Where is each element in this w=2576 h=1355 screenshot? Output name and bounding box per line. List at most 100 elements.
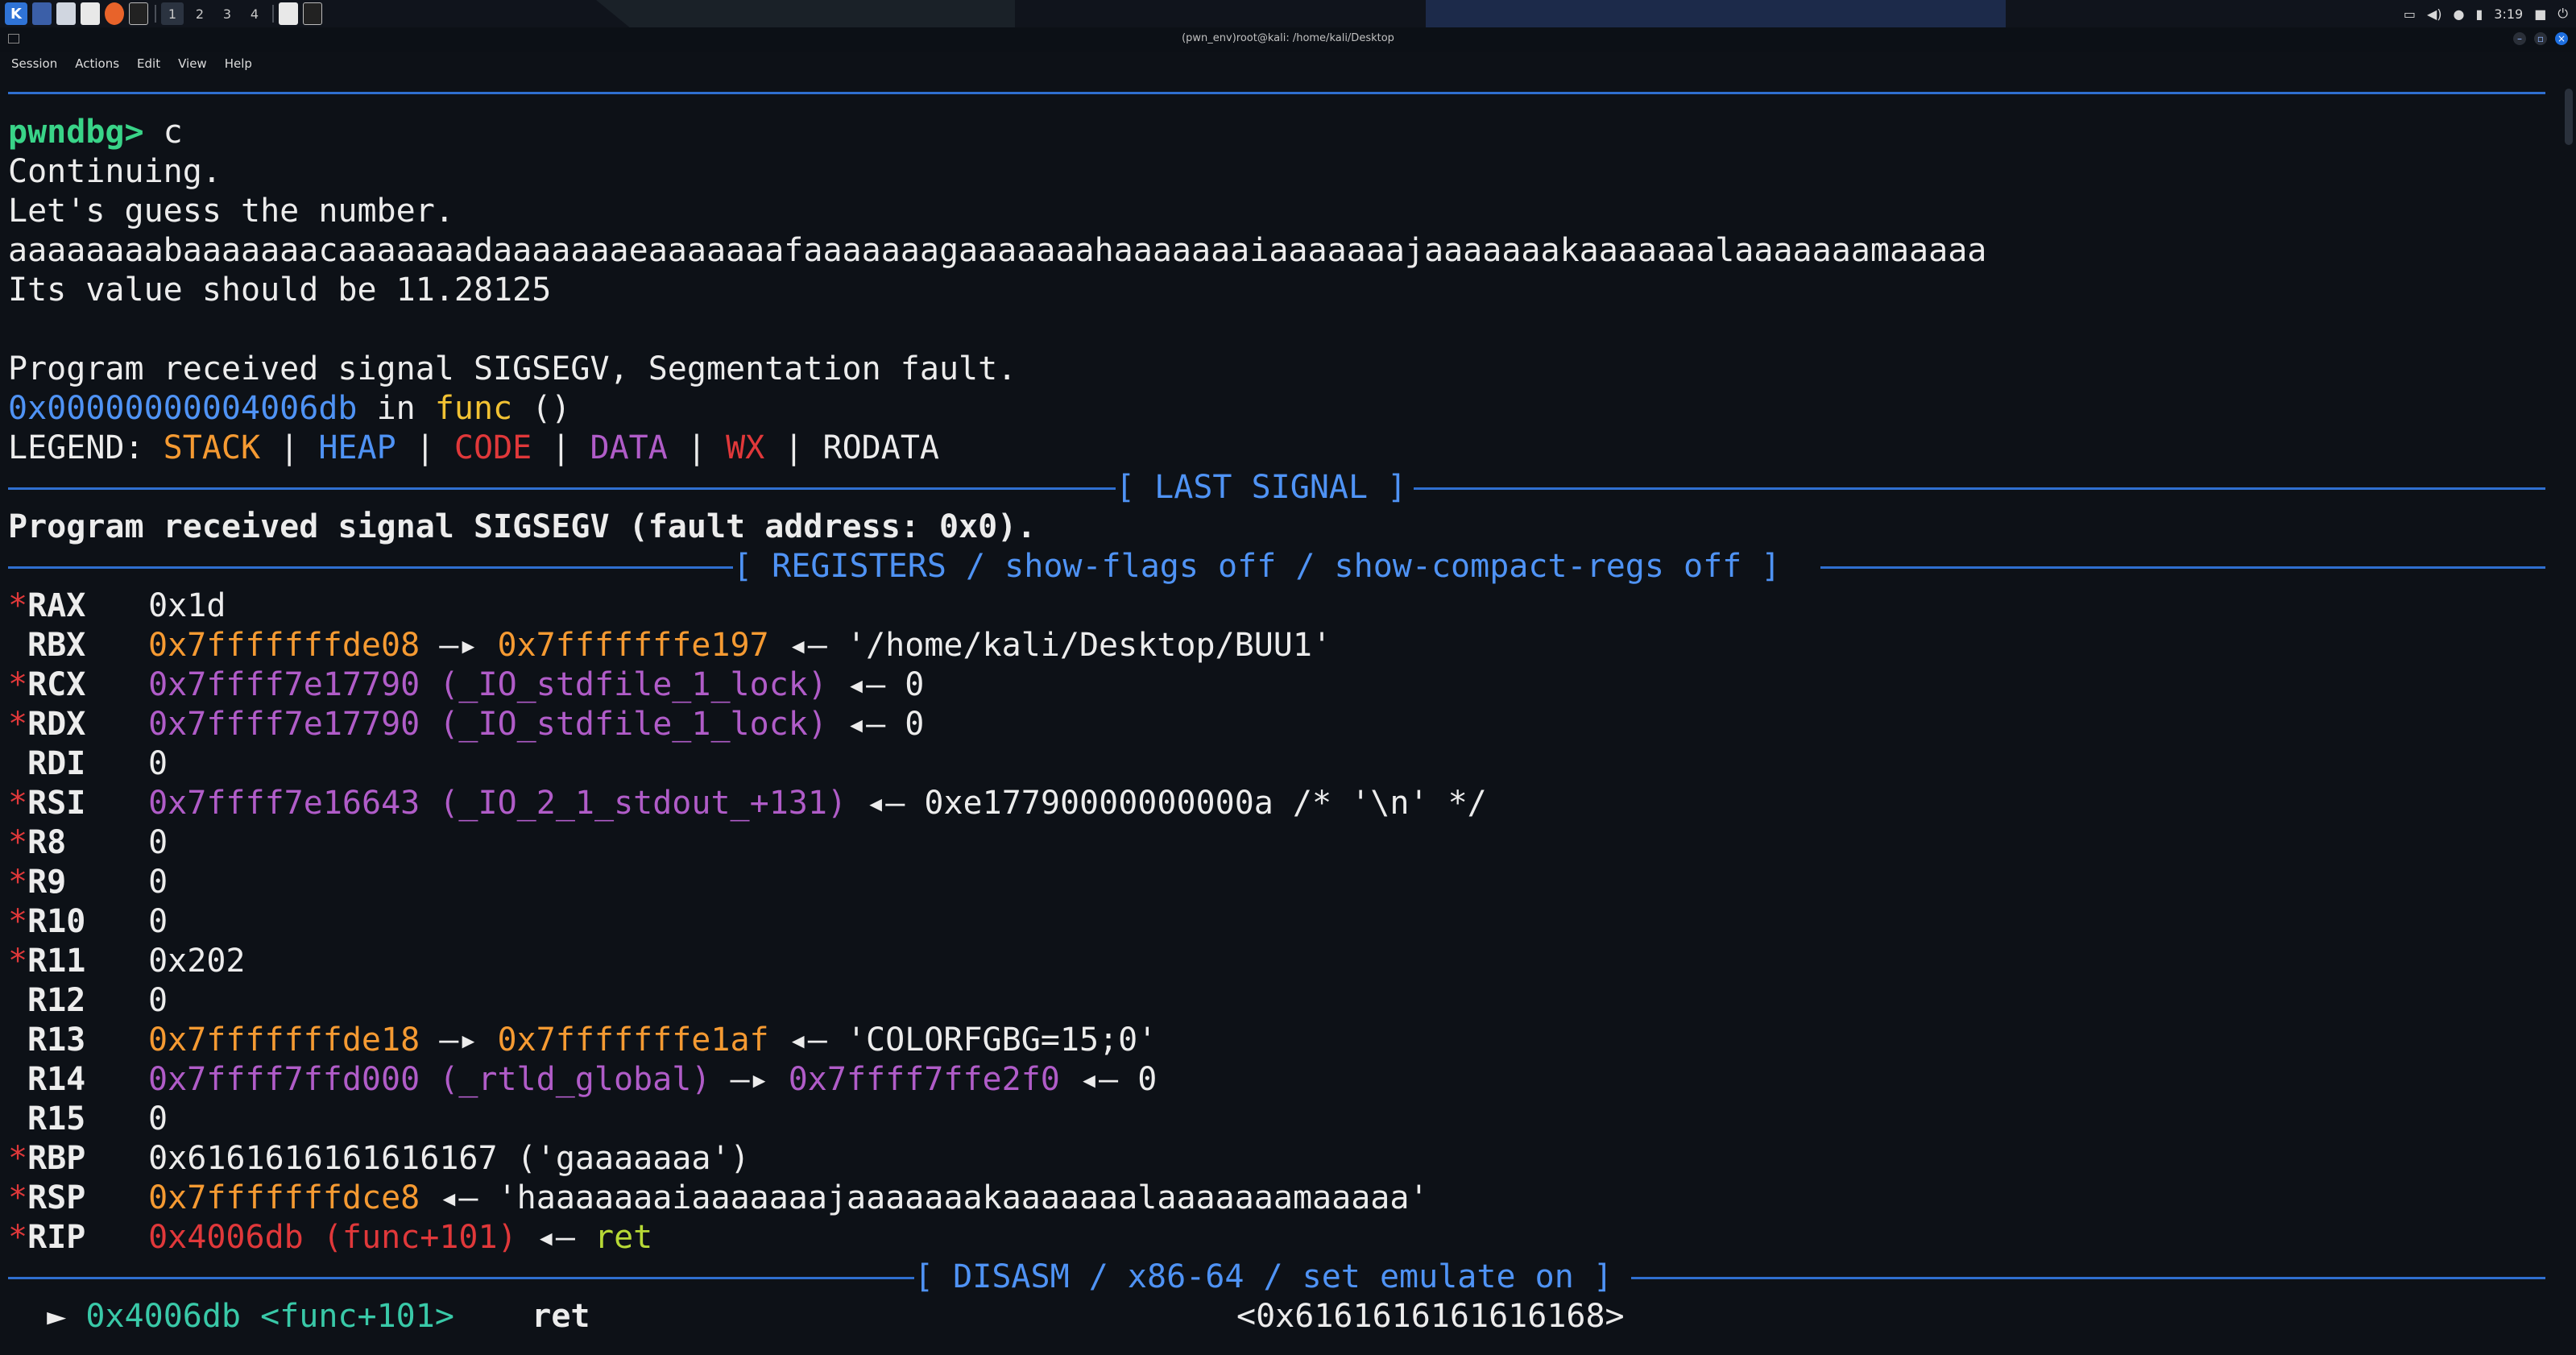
disasm-mnemonic: ret [532,1298,590,1335]
workspace-1[interactable]: 1 [161,2,184,25]
disasm-line: ► 0x4006db <func+101> ret [8,1297,590,1336]
modified-marker: * [8,706,28,743]
register-name: RBP [27,1140,86,1177]
panel-separator [272,5,274,23]
register-name: R10 [27,903,86,940]
register-name: R14 [27,1061,86,1098]
register-value: ◂— 0xe17790000000000a /* '\n' */ [847,785,1487,822]
register-name: RCX [27,666,86,703]
register-value: 0x7ffff7e17790 (_IO_stdfile_1_lock) [148,666,827,703]
register-value: 0 [148,1100,168,1137]
register-name: R9 [27,864,67,901]
register-value: —▸ [710,1061,789,1098]
register-value: 0x7ffff7e17790 (_IO_stdfile_1_lock) [148,706,827,743]
lock-icon[interactable]: ■ [2534,6,2546,22]
legend-wx: WX [726,429,765,466]
banner-text: [ REGISTERS / show-flags off / show-comp… [733,548,1781,585]
register-value: 0x6161616161616167 ('gaaaaaaa') [148,1140,750,1177]
register-value: 0 [148,824,168,861]
register-value: —▸ [420,1021,498,1059]
panel-separator [155,5,156,23]
notification-icon[interactable]: ● [2454,6,2465,22]
menu-actions[interactable]: Actions [75,56,119,71]
kali-menu-icon[interactable]: K [5,2,27,25]
parens-text: () [512,390,571,427]
register-name: R13 [27,1021,86,1059]
maximize-button[interactable]: ▫ [2534,32,2547,45]
register-value: 0x7ffff7e16643 (_IO_2_1_stdout_+131) [148,785,847,822]
register-name: RAX [27,587,86,624]
register-value: 0x7fffffffde18 [148,1021,420,1059]
workspace-2[interactable]: 2 [188,2,211,25]
register-name: RIP [27,1219,86,1256]
register-value: —▸ [420,627,498,664]
register-row: *RSI 0x7ffff7e16643 (_IO_2_1_stdout_+131)… [8,784,1487,823]
taskbar-editor-icon[interactable] [279,2,298,25]
in-text: in [357,390,435,427]
legend-sep: | [396,429,454,466]
legend-data: DATA [590,429,668,466]
legend-line: LEGEND: STACK | HEAP | CODE | DATA | WX … [8,429,939,468]
output-line: Continuing. [8,153,222,190]
close-button[interactable]: × [2555,32,2568,45]
power-icon[interactable]: ⏻ [2557,6,2568,22]
firefox-icon[interactable] [105,2,124,25]
legend-label: LEGEND: [8,429,164,466]
last-signal-message: Program received signal SIGSEGV (fault a… [8,508,1037,545]
register-name: RSP [27,1179,86,1216]
modified-marker: * [8,666,28,703]
modified-marker: * [8,943,28,980]
legend-stack: STACK [163,429,261,466]
register-row: R12 0 [8,981,168,1021]
current-instruction-arrow-icon: ► [47,1298,67,1335]
taskbar-terminal-icon[interactable] [303,2,322,25]
battery-icon[interactable]: ▮ [2475,6,2483,22]
register-row: R15 0 [8,1100,168,1139]
modified-marker: * [8,1219,28,1256]
minimize-button[interactable]: – [2513,32,2526,45]
register-value: 0x4006db (func+101) [148,1219,517,1256]
workspace-4[interactable]: 4 [243,2,266,25]
volume-icon[interactable]: ◀) [2427,6,2442,22]
modified-marker: * [8,903,28,940]
desktop-icon[interactable] [32,2,52,25]
register-value: 0x7ffff7ffd000 (_rtld_global) [148,1061,711,1098]
register-value: ◂— [516,1219,594,1256]
menubar: Session Actions Edit View Help [0,52,2576,76]
register-value: 0 [148,982,168,1019]
register-name: R12 [27,982,86,1019]
menu-edit[interactable]: Edit [137,56,160,71]
register-value: 0x7fffffffe1af [497,1021,769,1059]
text-editor-icon[interactable] [81,2,100,25]
register-row: *R10 0 [8,902,168,942]
window-titlebar[interactable]: (pwn_env)root@kali: /home/kali/Desktop –… [0,27,2576,52]
register-name: RDI [27,745,86,782]
legend-heap: HEAP [318,429,396,466]
modified-marker: * [8,785,28,822]
menu-session[interactable]: Session [11,56,57,71]
pwndbg-prompt: pwndbg> [8,114,144,151]
terminal-icon[interactable] [129,2,148,25]
register-value: ◂— 'haaaaaaaiaaaaaaajaaaaaaakaaaaaaalaaa… [420,1179,1429,1216]
legend-sep: | [532,429,590,466]
register-name: RSI [27,785,86,822]
output-line: Let's guess the number. [8,193,454,230]
window-title: (pwn_env)root@kali: /home/kali/Desktop [1182,32,1394,44]
register-value: ◂— 'COLORFGBG=15;0' [768,1021,1158,1059]
register-name: R11 [27,943,86,980]
workspace-3[interactable]: 3 [216,2,238,25]
clock[interactable]: 3:19 [2494,6,2523,22]
register-value: 0 [148,745,168,782]
files-icon[interactable] [56,2,76,25]
register-row: RBX 0x7fffffffde08 —▸ 0x7fffffffe197 ◂— '… [8,626,1331,665]
terminal-scrollbar[interactable] [2565,89,2573,145]
legend-code: CODE [453,429,532,466]
menu-help[interactable]: Help [225,56,252,71]
register-value: 0x7fffffffe197 [497,627,769,664]
menu-view[interactable]: View [178,56,207,71]
terminal-output[interactable]: pwndbg> c Continuing. Let's guess the nu… [8,113,2545,1353]
top-panel: K 1 2 3 4 ▭ ◀) ● ▮ 3:19 ■ ⏻ [0,0,2576,27]
display-icon[interactable]: ▭ [2404,6,2416,22]
register-row: RDI 0 [8,744,168,784]
register-name: R8 [27,824,67,861]
